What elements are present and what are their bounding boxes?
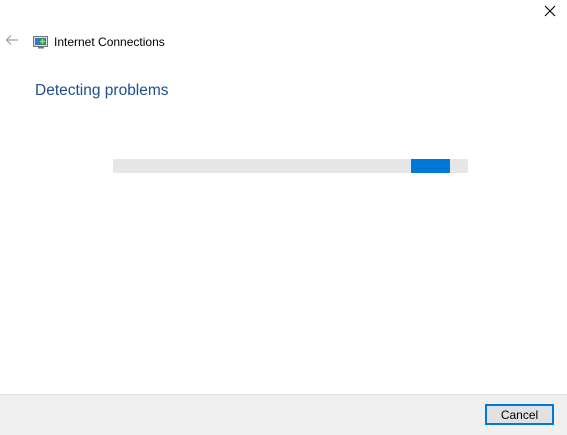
back-arrow-icon	[5, 33, 19, 51]
cancel-button[interactable]: Cancel	[485, 404, 554, 425]
back-button[interactable]	[2, 33, 22, 51]
window-title: Internet Connections	[54, 35, 165, 49]
progress-indicator	[411, 159, 450, 173]
close-icon	[544, 4, 556, 22]
progress-bar	[113, 159, 468, 173]
page-heading: Detecting problems	[35, 82, 169, 99]
footer-bar: Cancel	[0, 394, 567, 435]
network-troubleshooter-icon	[33, 34, 49, 50]
close-button[interactable]	[533, 0, 567, 26]
